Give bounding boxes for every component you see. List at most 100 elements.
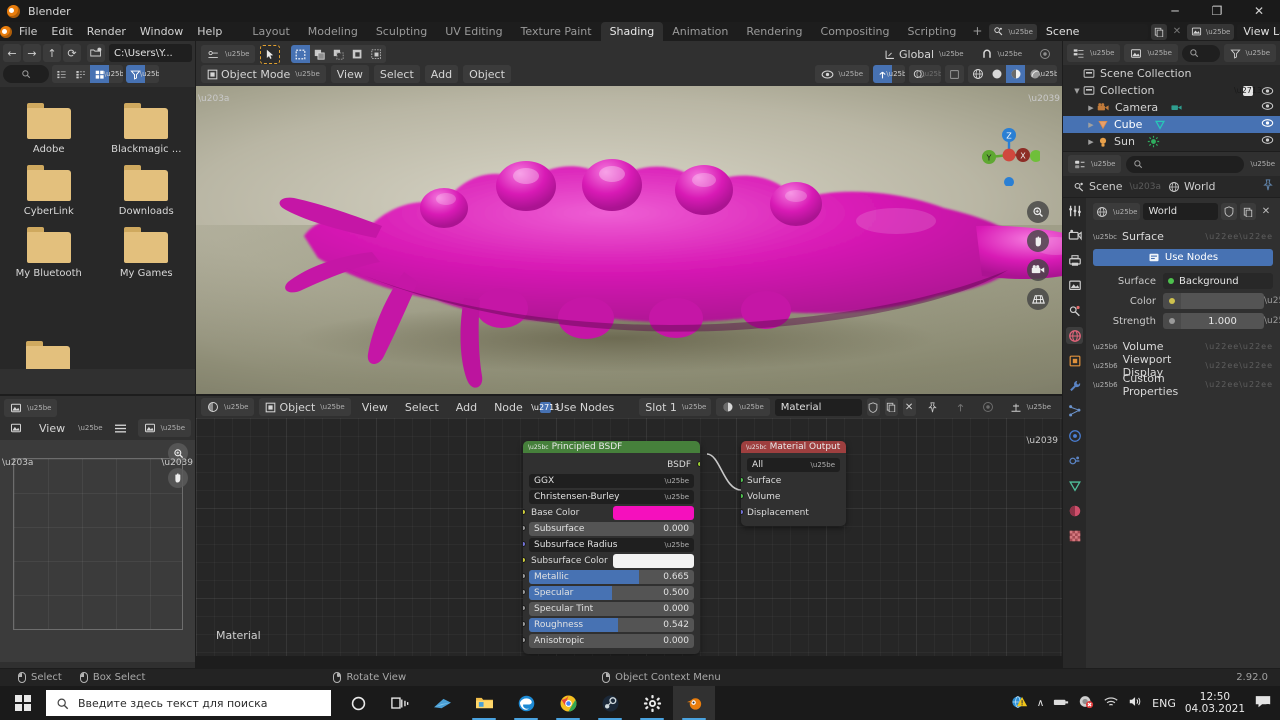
chevron-down-icon[interactable]: ▼ <box>1071 87 1083 95</box>
forward-icon[interactable]: → <box>23 44 41 62</box>
view-layer-browse-icon[interactable]: \u25be <box>1186 23 1235 40</box>
view-layer-name-field[interactable]: View Layer <box>1237 23 1280 40</box>
snap-magnet-icon[interactable]: \u25be <box>974 45 1028 63</box>
visibility-icon[interactable]: \u25be <box>814 65 869 83</box>
color-swatch[interactable] <box>1181 293 1264 309</box>
tab-scene[interactable] <box>1066 302 1083 319</box>
roughness-slider[interactable]: Roughness 0.542 <box>529 617 694 632</box>
filter-chevron-down-icon[interactable]: \u25be <box>140 65 159 83</box>
image-editor-view-menu[interactable]: View <box>33 419 72 437</box>
drag-handle[interactable]: \u22ee\u22ee <box>1205 232 1273 241</box>
gizmo-chevron-down-icon[interactable]: \u25be <box>886 65 905 83</box>
select-subtract-icon[interactable] <box>329 45 349 63</box>
socket-anisotropic[interactable] <box>523 637 526 643</box>
shader-node-canvas[interactable]: Material \u25bc Principled BSDF BSDF GGX… <box>196 418 1062 656</box>
workspace-tab-texture-paint[interactable]: Texture Paint <box>512 22 601 41</box>
workspace-tab-sculpting[interactable]: Sculpting <box>367 22 436 41</box>
node-row-subsurface-color[interactable]: Subsurface Color <box>523 553 694 568</box>
shading-chevron-down-icon[interactable]: \u25be <box>1038 65 1057 83</box>
file-browser-file-grid[interactable]: Adobe Blackmagic ... CyberLink Downloads… <box>0 87 195 369</box>
file-item[interactable]: CyberLink <box>0 159 98 221</box>
edge-icon[interactable] <box>505 686 547 720</box>
transform-orientation-selector[interactable]: Global \u25be <box>878 45 970 63</box>
proportional-icon[interactable] <box>975 398 1000 416</box>
tab-world[interactable] <box>1066 327 1083 344</box>
detail-view-icon[interactable] <box>71 65 90 83</box>
strength-socket-button[interactable] <box>1163 313 1181 329</box>
node-header[interactable]: \u25bc Principled BSDF <box>523 441 700 453</box>
ortho-grid-icon[interactable] <box>1027 288 1049 310</box>
settings-icon[interactable] <box>631 686 673 720</box>
taskbar-clock[interactable]: 12:50 04.03.2021 <box>1185 691 1245 715</box>
parent-directory-icon[interactable]: ↑ <box>43 44 61 62</box>
remove-scene-button[interactable]: ✕ <box>1170 24 1184 40</box>
recent-folders-icon[interactable] <box>87 44 105 62</box>
tab-output[interactable] <box>1066 252 1083 269</box>
prop-surface-value[interactable]: Background <box>1163 273 1273 289</box>
breadcrumb-scene[interactable]: Scene <box>1069 180 1127 193</box>
3d-object-cube[interactable] <box>196 86 1062 394</box>
node-row-subsurface-method[interactable]: Christensen-Burley \u25be <box>529 489 694 504</box>
subsurface-color-swatch[interactable] <box>612 553 694 568</box>
zoom-icon[interactable] <box>1027 201 1049 223</box>
file-explorer-icon[interactable] <box>463 686 505 720</box>
panel-custom-properties-header[interactable]: \u25b6 Custom Properties \u22ee\u22ee <box>1093 372 1273 398</box>
socket-volume[interactable] <box>741 493 744 499</box>
shader-select-menu[interactable]: Select <box>398 398 445 416</box>
scene-browse-icon[interactable]: \u25be <box>989 23 1037 40</box>
menu-render[interactable]: Render <box>80 23 133 40</box>
node-row-anisotropic[interactable]: Anisotropic 0.000 <box>523 633 694 648</box>
image-editor-mode-icon[interactable] <box>4 419 28 437</box>
close-button[interactable]: ✕ <box>1238 0 1280 22</box>
panel-surface-header[interactable]: \u25bc Surface \u22ee\u22ee <box>1093 227 1273 246</box>
steam-icon[interactable] <box>589 686 631 720</box>
node-row-subsurface[interactable]: Subsurface 0.000 <box>523 521 694 536</box>
animate-strength-icon[interactable]: \u25cf <box>1264 316 1280 326</box>
pin-icon[interactable] <box>920 398 944 416</box>
tab-constraints[interactable] <box>1066 452 1083 469</box>
node-header[interactable]: \u25bc Material Output <box>741 441 846 453</box>
list-view-icon[interactable] <box>52 65 71 83</box>
blender-menu-icon[interactable] <box>0 25 12 38</box>
camera-icon[interactable] <box>1027 259 1049 281</box>
add-workspace-button[interactable]: + <box>965 21 989 41</box>
shader-add-menu[interactable]: Add <box>449 398 484 416</box>
outliner-id-type-icon[interactable]: \u25be <box>1124 44 1178 62</box>
color-socket-button[interactable] <box>1163 293 1181 309</box>
drag-handle[interactable]: \u22ee\u22ee <box>1205 342 1273 351</box>
object-mode-selector[interactable]: Object Mode \u25be <box>201 65 326 83</box>
shader-view-menu[interactable]: View <box>355 398 394 416</box>
new-scene-button[interactable] <box>1150 23 1167 40</box>
properties-editor-type-selector[interactable]: \u25be <box>1068 155 1122 173</box>
breadcrumb-world[interactable]: World <box>1164 180 1220 193</box>
node-row-volume[interactable]: Volume <box>741 489 840 504</box>
image-editor-left-panel-toggle[interactable]: \u203a <box>2 458 33 468</box>
distribution-dropdown[interactable]: GGX \u25be <box>529 473 694 488</box>
subsurface-radius-dropdown[interactable]: Subsurface Radius \u25be <box>529 537 694 552</box>
base-color-swatch[interactable] <box>612 505 694 520</box>
viewport-sidebar-toggle[interactable]: \u2039 <box>1028 94 1060 104</box>
3d-viewport-canvas[interactable]: Z Y X \u203a \u2039 <box>196 86 1062 394</box>
specular-tint-slider[interactable]: Specular Tint 0.000 <box>529 601 694 616</box>
socket-displacement[interactable] <box>741 509 744 515</box>
socket-surface[interactable] <box>741 477 744 483</box>
viewport-toolbar-toggle[interactable]: \u203a <box>198 94 229 104</box>
minimize-button[interactable]: ─ <box>1154 0 1196 22</box>
shader-node-menu[interactable]: Node <box>488 398 529 416</box>
workspace-tab-shading[interactable]: Shading <box>600 22 664 41</box>
chrome-icon[interactable] <box>547 686 589 720</box>
node-row-specular-tint[interactable]: Specular Tint 0.000 <box>523 601 694 616</box>
menu-file[interactable]: File <box>12 23 44 40</box>
navigation-gizmo[interactable]: Z Y X <box>978 124 1040 186</box>
workspace-tab-uv-editing[interactable]: UV Editing <box>436 22 511 41</box>
chevron-right-icon[interactable]: ▶ <box>1085 121 1097 129</box>
world-name-field[interactable]: World <box>1143 203 1218 220</box>
material-slot-selector[interactable]: Slot 1 \u25be <box>639 398 712 416</box>
drag-handle[interactable]: \u22ee\u22ee <box>1205 361 1273 370</box>
pan-hand-icon[interactable] <box>168 468 188 488</box>
task-view-icon[interactable] <box>379 686 421 720</box>
windows-start-icon[interactable] <box>0 686 46 720</box>
file-item[interactable]: Downloads <box>98 159 196 221</box>
mail-icon[interactable] <box>421 686 463 720</box>
proportional-editing-icon[interactable] <box>1033 45 1057 63</box>
